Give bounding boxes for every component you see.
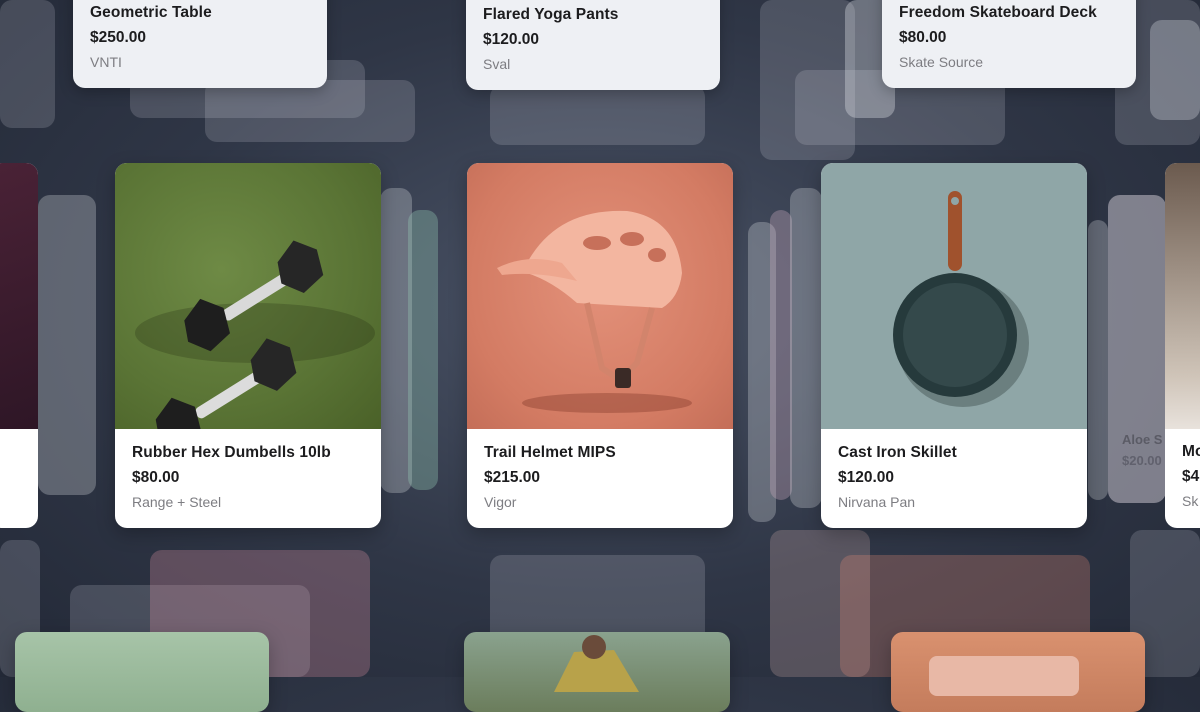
- product-card[interactable]: Mo $4 Sk: [1165, 163, 1200, 528]
- product-price: $120.00: [483, 31, 540, 48]
- product-brand: Vigor: [484, 494, 517, 510]
- product-price: $80.00: [132, 469, 180, 486]
- product-brand: Nirvana Pan: [838, 494, 916, 510]
- product-name: Cast Iron Skillet: [838, 444, 957, 461]
- background-card-stack: [0, 0, 55, 128]
- product-price: $80.00: [899, 29, 947, 46]
- product-price: $120.00: [838, 469, 895, 486]
- product-brand: Sk: [1182, 493, 1199, 509]
- product-card[interactable]: [464, 632, 730, 712]
- product-name: Flared Yoga Pants: [483, 6, 619, 23]
- product-brand: Skate Source: [899, 54, 984, 70]
- product-card[interactable]: [891, 632, 1145, 712]
- ghost-card-price: $20.00: [1122, 453, 1162, 468]
- product-card[interactable]: [15, 632, 269, 712]
- background-card-stack: [490, 85, 705, 145]
- background-card-stack: [790, 188, 822, 508]
- skillet-image: [821, 163, 1087, 429]
- dumbbells-image: [115, 163, 381, 451]
- product-name: Rubber Hex Dumbells 10lb: [132, 444, 331, 461]
- product-brand: Range + Steel: [132, 494, 222, 510]
- background-card-stack: [205, 80, 415, 142]
- product-name: Mo: [1182, 443, 1200, 460]
- product-card[interactable]: Geometric Table $250.00 VNTI: [73, 0, 327, 88]
- background-card-stack: [38, 195, 96, 495]
- product-image: [929, 656, 1079, 696]
- product-card[interactable]: [0, 163, 38, 528]
- product-card[interactable]: Rubber Hex Dumbells 10lb $80.00 Range + …: [115, 163, 381, 528]
- ghost-card-label: Aloe S: [1122, 432, 1163, 447]
- product-card[interactable]: Freedom Skateboard Deck $80.00 Skate Sou…: [882, 0, 1136, 88]
- product-info: Mo $4 Sk: [1182, 443, 1200, 509]
- product-price: $250.00: [90, 29, 147, 46]
- product-name: Geometric Table: [90, 4, 212, 21]
- product-brand: VNTI: [90, 54, 122, 70]
- background-card-stack: [408, 210, 438, 490]
- product-image: [0, 163, 38, 429]
- product-card[interactable]: Flared Yoga Pants $120.00 Sval: [466, 0, 720, 90]
- product-image: [554, 635, 639, 692]
- background-card-stack: [1150, 20, 1200, 120]
- product-image: [1165, 163, 1200, 429]
- product-price: $215.00: [484, 469, 541, 486]
- product-brand: Sval: [483, 56, 511, 72]
- product-name: Freedom Skateboard Deck: [899, 4, 1097, 21]
- helmet-image: [467, 163, 733, 429]
- background-card-stack: [770, 210, 792, 500]
- product-name: Trail Helmet MIPS: [484, 444, 616, 461]
- product-card[interactable]: Cast Iron Skillet $120.00 Nirvana Pan: [821, 163, 1087, 528]
- product-price: $4: [1182, 468, 1200, 485]
- background-card-stack: [1088, 220, 1108, 500]
- product-card[interactable]: Trail Helmet MIPS $215.00 Vigor: [467, 163, 733, 528]
